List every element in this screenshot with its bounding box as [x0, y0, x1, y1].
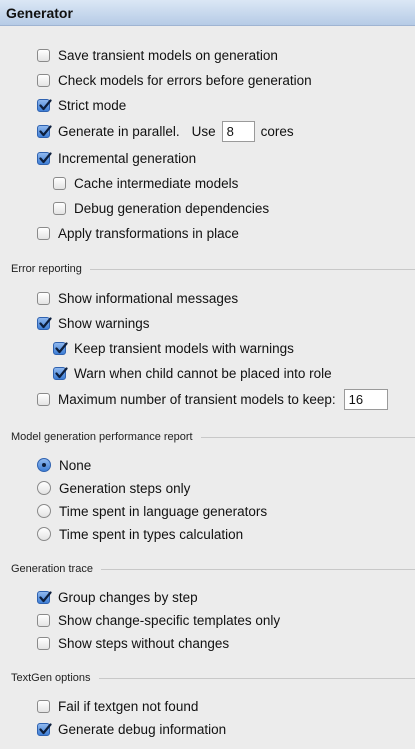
perf-steps-label: Generation steps only [59, 480, 191, 496]
check-models-label: Check models for errors before generatio… [58, 72, 312, 88]
checkmark-icon [39, 151, 52, 163]
show-warnings-checkbox[interactable] [37, 316, 52, 330]
parallel-label: Generate in parallel. [58, 123, 180, 139]
cores-label: cores [260, 123, 294, 139]
parallel-checkbox[interactable] [37, 124, 52, 138]
change-specific-checkbox[interactable] [37, 613, 50, 627]
change-specific-label: Show change-specific templates only [58, 612, 281, 628]
strict-mode-label: Strict mode [58, 97, 127, 113]
section-divider [200, 436, 415, 438]
check-models-checkbox[interactable] [37, 73, 50, 87]
parallel-use-label: Use [191, 123, 216, 139]
show-warnings-option[interactable]: Show warnings [37, 313, 150, 333]
incremental-checkbox[interactable] [37, 151, 52, 165]
steps-without-changes-option[interactable]: Show steps without changes [37, 633, 229, 653]
perf-types-radio[interactable] [37, 527, 51, 541]
max-transient-label: Maximum number of transient models to ke… [58, 391, 336, 407]
strict-mode-checkbox[interactable] [37, 98, 52, 112]
debug-deps-option[interactable]: Debug generation dependencies [53, 198, 269, 218]
checkmark-icon [39, 98, 52, 110]
perf-option-types[interactable]: Time spent in types calculation [37, 524, 243, 544]
generation-trace-title: Generation trace [11, 563, 93, 575]
parallel-option[interactable]: Generate in parallel. Use cores [37, 120, 294, 142]
debug-info-checkbox[interactable] [37, 722, 52, 736]
perf-none-radio[interactable] [37, 458, 51, 472]
check-models-option[interactable]: Check models for errors before generatio… [37, 70, 312, 90]
checkmark-icon [55, 366, 68, 378]
section-divider [89, 268, 415, 270]
performance-report-section: Model generation performance report [11, 430, 415, 444]
section-divider [98, 677, 415, 679]
perf-option-steps[interactable]: Generation steps only [37, 478, 190, 498]
warn-child-option[interactable]: Warn when child cannot be placed into ro… [53, 363, 332, 383]
group-changes-checkbox[interactable] [37, 590, 52, 604]
change-specific-option[interactable]: Show change-specific templates only [37, 610, 280, 630]
save-transient-checkbox[interactable] [37, 48, 50, 62]
perf-types-label: Time spent in types calculation [59, 526, 244, 542]
panel-title: Generator [6, 5, 73, 21]
show-warnings-label: Show warnings [58, 315, 150, 331]
perf-none-label: None [59, 457, 92, 473]
cache-intermediate-option[interactable]: Cache intermediate models [53, 173, 238, 193]
fail-textgen-label: Fail if textgen not found [58, 698, 199, 714]
incremental-label: Incremental generation [58, 150, 197, 166]
strict-mode-option[interactable]: Strict mode [37, 95, 126, 115]
save-transient-label: Save transient models on generation [58, 47, 278, 63]
group-changes-label: Group changes by step [58, 589, 198, 605]
cores-input[interactable] [221, 120, 255, 142]
max-transient-input[interactable] [343, 388, 388, 410]
debug-deps-checkbox[interactable] [53, 201, 66, 215]
fail-textgen-option[interactable]: Fail if textgen not found [37, 696, 198, 716]
error-reporting-title: Error reporting [11, 263, 82, 275]
generation-trace-section: Generation trace [11, 562, 415, 576]
perf-option-language[interactable]: Time spent in language generators [37, 501, 267, 521]
group-changes-option[interactable]: Group changes by step [37, 587, 198, 607]
radio-dot-icon [42, 463, 46, 467]
keep-transient-checkbox[interactable] [53, 341, 68, 355]
perf-steps-radio[interactable] [37, 481, 51, 495]
checkmark-icon [39, 590, 52, 602]
keep-transient-label: Keep transient models with warnings [74, 340, 294, 356]
incremental-option[interactable]: Incremental generation [37, 148, 196, 168]
checkmark-icon [39, 316, 52, 328]
checkmark-icon [39, 722, 52, 734]
textgen-title: TextGen options [11, 672, 91, 684]
max-transient-option[interactable]: Maximum number of transient models to ke… [37, 388, 388, 410]
perf-language-radio[interactable] [37, 504, 51, 518]
steps-without-changes-checkbox[interactable] [37, 636, 50, 650]
debug-info-label: Generate debug information [58, 721, 227, 737]
checkmark-icon [39, 124, 52, 136]
show-info-label: Show informational messages [58, 290, 239, 306]
apply-in-place-checkbox[interactable] [37, 226, 50, 240]
fail-textgen-checkbox[interactable] [37, 699, 50, 713]
steps-without-changes-label: Show steps without changes [58, 635, 230, 651]
max-transient-checkbox[interactable] [37, 392, 50, 406]
performance-report-title: Model generation performance report [11, 431, 193, 443]
error-reporting-section: Error reporting [11, 262, 415, 276]
textgen-section: TextGen options [11, 671, 415, 685]
warn-child-checkbox[interactable] [53, 366, 68, 380]
keep-transient-option[interactable]: Keep transient models with warnings [53, 338, 294, 358]
debug-deps-label: Debug generation dependencies [74, 200, 270, 216]
cache-intermediate-label: Cache intermediate models [74, 175, 239, 191]
debug-info-option[interactable]: Generate debug information [37, 719, 226, 739]
perf-language-label: Time spent in language generators [59, 503, 268, 519]
warn-child-label: Warn when child cannot be placed into ro… [74, 365, 332, 381]
section-divider [100, 568, 415, 570]
save-transient-option[interactable]: Save transient models on generation [37, 45, 278, 65]
perf-option-none[interactable]: None [37, 455, 91, 475]
show-info-option[interactable]: Show informational messages [37, 288, 238, 308]
cache-intermediate-checkbox[interactable] [53, 176, 66, 190]
show-info-checkbox[interactable] [37, 291, 50, 305]
apply-in-place-label: Apply transformations in place [58, 225, 239, 241]
checkmark-icon [55, 341, 68, 353]
panel-header: Generator [0, 0, 415, 26]
apply-in-place-option[interactable]: Apply transformations in place [37, 223, 239, 243]
